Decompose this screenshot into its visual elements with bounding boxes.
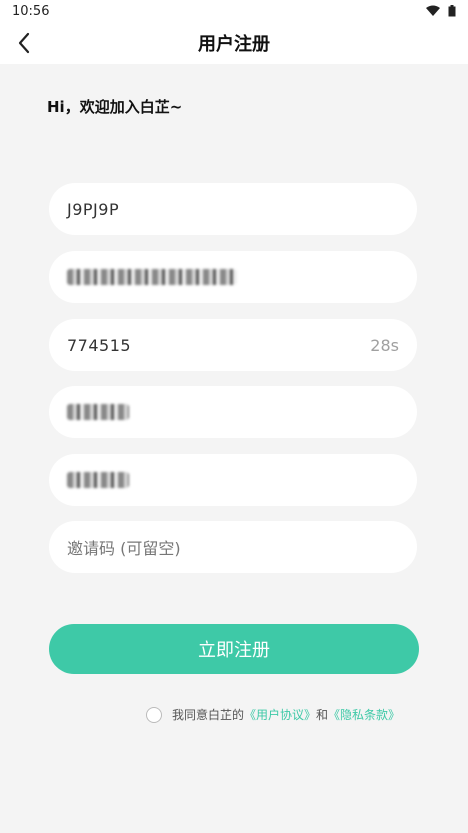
welcome-greeting: Hi，欢迎加入白芷~ (47, 98, 183, 116)
user-agreement-link[interactable]: 《用户协议》 (244, 706, 316, 723)
invite-code-field[interactable]: 邀请码 (可留空) (49, 521, 417, 573)
username-field[interactable]: J9PJ9P (49, 183, 417, 235)
invite-code-placeholder: 邀请码 (可留空) (67, 539, 181, 558)
obscured-phone-value (67, 269, 237, 285)
nav-bar: 用户注册 (0, 22, 468, 64)
battery-icon (448, 5, 456, 17)
status-icons (426, 5, 456, 17)
agreement-prefix: 我同意白芷的 (172, 708, 245, 722)
wifi-icon (426, 5, 440, 16)
confirm-password-field[interactable] (49, 454, 417, 506)
username-value: J9PJ9P (67, 199, 120, 219)
agree-checkbox[interactable] (146, 706, 162, 723)
verification-code-value: 774515 (67, 335, 132, 355)
resend-countdown[interactable]: 28s (370, 336, 399, 355)
password-field[interactable] (49, 386, 417, 438)
status-bar: 10:56 (0, 0, 468, 22)
agreement-row: 我同意白芷的 《用户协议》 和 《隐私条款》 (146, 706, 400, 723)
agreement-conjunction: 和 (316, 708, 329, 722)
status-time: 10:56 (12, 3, 50, 19)
privacy-policy-link[interactable]: 《隐私条款》 (328, 706, 400, 723)
verification-code-field[interactable]: 774515 28s (49, 319, 417, 371)
phone-field[interactable] (49, 251, 417, 303)
obscured-confirm-password-value (67, 472, 129, 488)
page-title: 用户注册 (198, 34, 270, 55)
register-button[interactable]: 立即注册 (49, 624, 419, 674)
obscured-password-value (67, 404, 129, 420)
